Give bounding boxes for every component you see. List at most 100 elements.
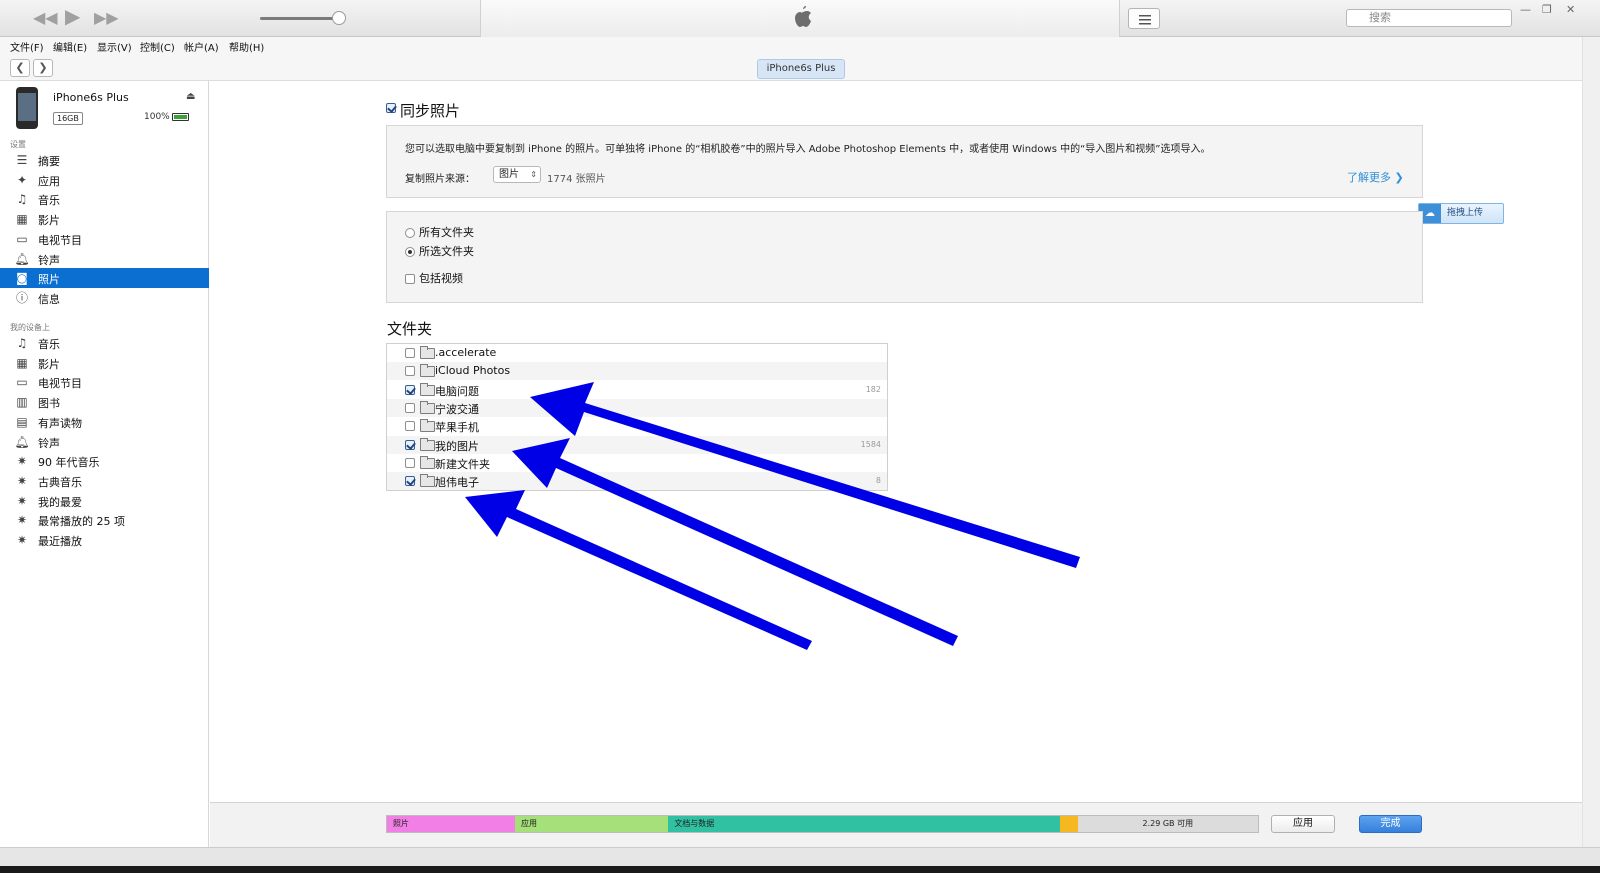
folder-row[interactable]: 宁波交通 xyxy=(387,398,887,417)
folder-row[interactable]: iCloud Photos xyxy=(387,362,887,381)
sidebar-item-device-0[interactable]: ♫ 音乐 xyxy=(0,333,209,353)
folder-checkbox[interactable] xyxy=(405,402,415,413)
photo-source-panel: 您可以选取电脑中要复制到 iPhone 的照片。可单独将 iPhone 的“相机… xyxy=(386,125,1423,198)
sidebar-item-label: 90 年代音乐 xyxy=(38,456,100,470)
tv-icon: ▭ xyxy=(16,375,28,390)
eject-icon[interactable]: ⏏ xyxy=(186,91,195,102)
option-label: 所选文件夹 xyxy=(419,245,474,258)
folder-row[interactable]: 新建文件夹 xyxy=(387,454,887,472)
gear-icon: ✷ xyxy=(16,473,28,488)
sidebar-item-settings-0[interactable]: ☰ 摘要 xyxy=(0,150,209,170)
folder-checkbox[interactable] xyxy=(405,421,415,432)
rewind-icon[interactable]: ◀◀ xyxy=(33,8,58,28)
option-2[interactable]: 包括视频 xyxy=(405,270,463,286)
folders-list: .accelerate iCloud Photos 电脑问题 182 宁波交通 苹果手机我… xyxy=(386,343,888,491)
done-button[interactable]: 完成 xyxy=(1359,815,1422,833)
folder-row[interactable]: 电脑问题 182 xyxy=(387,381,887,399)
sidebar-item-device-1[interactable]: ▦ 影片 xyxy=(0,353,209,373)
minimize-icon[interactable]: — xyxy=(1520,3,1531,16)
restore-icon[interactable]: ❐ xyxy=(1542,3,1552,16)
volume-knob[interactable] xyxy=(332,11,346,25)
forward-button[interactable]: ❯ xyxy=(33,59,53,77)
folder-name: 宁波交通 xyxy=(435,402,479,416)
folder-row[interactable]: 苹果手机 xyxy=(387,417,887,435)
close-icon[interactable]: ✕ xyxy=(1566,3,1575,16)
folder-checkbox[interactable] xyxy=(405,348,415,358)
menu-edit[interactable]: 编辑(E) xyxy=(53,39,87,54)
source-select[interactable]: 图片 ⇕ xyxy=(493,166,541,183)
drag-upload-label: 拖拽上传 xyxy=(1447,208,1484,218)
menu-bar: 文件(F) 编辑(E) 显示(V) 控制(C) 帐户(A) 帮助(H) xyxy=(0,37,1600,56)
drag-upload-button[interactable]: ☁ 拖拽上传 xyxy=(1418,203,1504,224)
menu-account[interactable]: 帐户(A) xyxy=(184,39,219,54)
sidebar-item-settings-3[interactable]: ▦ 影片 xyxy=(0,209,209,229)
sidebar-item-device-10[interactable]: ✷ 最近播放 xyxy=(0,530,209,550)
sidebar-item-settings-6[interactable]: ◙ 照片 xyxy=(0,268,209,289)
folder-checkbox[interactable] xyxy=(405,457,415,468)
capacity-segment: 2.29 GB 可用 xyxy=(1077,816,1258,832)
folder-options-panel: 所有文件夹所选文件夹包括视频 xyxy=(386,211,1423,303)
apply-button[interactable]: 应用 xyxy=(1271,815,1335,833)
sidebar-item-device-4[interactable]: ▤ 有声读物 xyxy=(0,412,209,432)
sync-photos-row[interactable]: 同步照片 xyxy=(386,100,460,120)
music-icon: ♫ xyxy=(16,192,28,207)
folder-checkbox[interactable] xyxy=(405,366,415,377)
folder-checkbox[interactable] xyxy=(405,439,415,450)
radio-button[interactable] xyxy=(405,228,415,238)
search-input[interactable]: 搜索 xyxy=(1346,9,1512,27)
menu-help[interactable]: 帮助(H) xyxy=(229,39,264,54)
back-button[interactable]: ❮ xyxy=(10,59,30,77)
option-0[interactable]: 所有文件夹 xyxy=(405,224,474,240)
sidebar-item-device-5[interactable]: 🔔︎ 铃声 xyxy=(0,432,209,452)
sidebar-item-settings-7[interactable]: ⓘ 信息 xyxy=(0,288,209,308)
sidebar-item-device-8[interactable]: ✷ 我的最爱 xyxy=(0,491,209,511)
sidebar-item-label: 最常播放的 25 项 xyxy=(38,515,125,529)
fast-forward-icon[interactable]: ▶▶ xyxy=(94,8,119,28)
folder-row[interactable]: 我的图片 1584 xyxy=(387,435,887,454)
device-tab[interactable]: iPhone6s Plus xyxy=(757,59,845,79)
folder-name: 电脑问题 xyxy=(435,384,479,398)
folder-icon xyxy=(420,455,435,469)
folder-name: .accelerate xyxy=(435,346,497,359)
sidebar-item-settings-4[interactable]: ▭ 电视节目 xyxy=(0,229,209,249)
sync-photos-label: 同步照片 xyxy=(400,102,461,120)
option-1[interactable]: 所选文件夹 xyxy=(405,243,474,259)
play-icon[interactable]: ▶ xyxy=(65,6,80,26)
volume-slider[interactable] xyxy=(260,17,338,20)
sidebar-item-device-6[interactable]: ✷ 90 年代音乐 xyxy=(0,451,209,471)
checkbox[interactable] xyxy=(405,274,415,284)
sidebar-item-label: 信息 xyxy=(38,292,60,306)
taskbar xyxy=(0,866,1600,873)
bell-icon: 🔔︎ xyxy=(14,251,30,266)
radio-button[interactable] xyxy=(405,247,415,257)
folder-checkbox[interactable] xyxy=(405,476,415,487)
folder-row[interactable]: .accelerate xyxy=(387,344,887,362)
sidebar-item-device-7[interactable]: ✷ 古典音乐 xyxy=(0,471,209,491)
menu-file[interactable]: 文件(F) xyxy=(10,39,44,54)
sidebar-item-settings-5[interactable]: 🔔︎ 铃声 xyxy=(0,249,209,269)
sidebar-item-settings-2[interactable]: ♫ 音乐 xyxy=(0,189,209,209)
folder-icon xyxy=(420,364,435,378)
sidebar-item-device-3[interactable]: ▥ 图书 xyxy=(0,392,209,412)
folder-count: 1584 xyxy=(860,439,881,449)
sidebar-item-device-2[interactable]: ▭ 电视节目 xyxy=(0,372,209,392)
folder-icon xyxy=(420,474,435,488)
sync-photos-checkbox[interactable] xyxy=(386,102,396,113)
sidebar-item-label: 电视节目 xyxy=(38,377,82,391)
folder-checkbox[interactable] xyxy=(405,384,415,395)
sidebar-item-device-9[interactable]: ✷ 最常播放的 25 项 xyxy=(0,510,209,530)
sidebar-item-label: 应用 xyxy=(38,174,60,188)
menu-view[interactable]: 显示(V) xyxy=(97,39,132,54)
sidebar-item-label: 电视节目 xyxy=(38,233,82,247)
gear-icon: ✷ xyxy=(16,493,28,508)
menu-controls[interactable]: 控制(C) xyxy=(140,39,175,54)
folder-row[interactable]: 旭伟电子 8 xyxy=(387,472,887,491)
sidebar-item-settings-1[interactable]: ✦ 应用 xyxy=(0,170,209,190)
sidebar-item-label: 照片 xyxy=(38,273,60,287)
vertical-scrollbar[interactable] xyxy=(1582,37,1600,847)
learn-more-link[interactable]: 了解更多 ❯ xyxy=(1347,169,1404,185)
sidebar-item-label: 最近播放 xyxy=(38,535,82,548)
source-value: 图片 xyxy=(499,169,519,180)
list-view-button[interactable] xyxy=(1128,8,1160,29)
movies-icon: ▦ xyxy=(16,212,28,227)
